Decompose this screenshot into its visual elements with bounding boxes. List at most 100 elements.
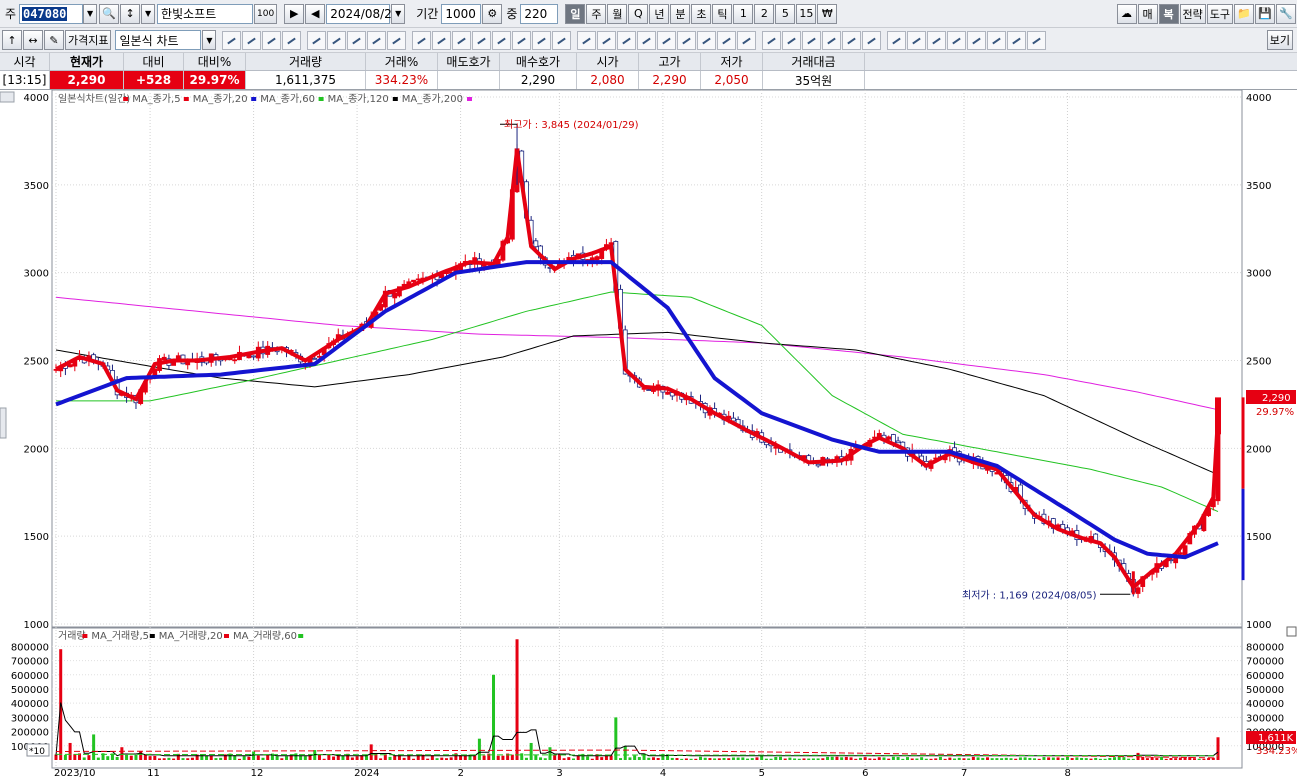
- drawing-tool-icon[interactable]: [1027, 30, 1047, 50]
- volume-bar: [774, 756, 778, 760]
- drawing-tool-icon[interactable]: [262, 30, 282, 50]
- period-button-9[interactable]: 2: [754, 3, 775, 24]
- settings-icon[interactable]: ⚙: [482, 3, 503, 24]
- drawing-tool-icon[interactable]: [532, 30, 552, 50]
- drawing-tool-icon[interactable]: [472, 30, 492, 50]
- drawing-tool-icon[interactable]: [657, 30, 677, 50]
- period-button-12[interactable]: ₩: [817, 3, 838, 24]
- drawing-tool-icon[interactable]: [597, 30, 617, 50]
- drawing-tool-icon[interactable]: [907, 30, 927, 50]
- volume-bar: [1061, 758, 1065, 760]
- stock-code-input[interactable]: 047080: [19, 3, 84, 24]
- volume-legend-label: MA_거래량,5: [91, 630, 149, 642]
- period-button-4[interactable]: 년: [649, 3, 670, 24]
- wrench-icon[interactable]: 🔧: [1276, 3, 1296, 24]
- expand-icon[interactable]: ↔: [23, 30, 43, 50]
- drawing-tool-icon[interactable]: [327, 30, 347, 50]
- volume-bar: [496, 755, 500, 760]
- volume-legend-label: MA_거래량,20: [159, 630, 223, 642]
- period-input[interactable]: 1000: [441, 3, 482, 24]
- y-tick-label-left: 3000: [24, 269, 49, 280]
- volume-bar: [708, 758, 712, 760]
- drawing-tool-icon[interactable]: [412, 30, 432, 50]
- drawing-tool-icon[interactable]: [717, 30, 737, 50]
- period-button-10[interactable]: 5: [775, 3, 796, 24]
- high-annotation: 최고가 : 3,845 (2024/01/29): [504, 119, 639, 131]
- date-field[interactable]: 2024/08/27: [326, 3, 399, 24]
- volume-bar: [1056, 757, 1060, 760]
- toolbar-right-button-0[interactable]: 매: [1137, 3, 1158, 24]
- drawing-tool-icon[interactable]: [842, 30, 862, 50]
- chart-type-select[interactable]: 일본식 차트: [115, 30, 202, 50]
- period-button-3[interactable]: Q: [628, 3, 649, 24]
- drawing-tool-icon[interactable]: [512, 30, 532, 50]
- drawing-tool-icon[interactable]: [1007, 30, 1027, 50]
- stock-name-field[interactable]: 한빛소프트: [157, 3, 254, 24]
- stock-chart[interactable]: 1000 1000 1500 1500 2000 2000 2500 2500 3000 3000…: [0, 90, 1297, 778]
- drawing-tool-icon[interactable]: [737, 30, 757, 50]
- drawing-tool-icon[interactable]: [222, 30, 242, 50]
- date-dropdown-icon[interactable]: ▼: [391, 3, 406, 24]
- drawing-tool-icon[interactable]: [947, 30, 967, 50]
- volume-bar: [1070, 758, 1074, 760]
- volume-bar: [915, 758, 919, 760]
- edit-icon[interactable]: ✎: [44, 30, 64, 50]
- drawing-tool-icon[interactable]: [387, 30, 407, 50]
- drawing-tool-icon[interactable]: [677, 30, 697, 50]
- drawing-tool-icon[interactable]: [367, 30, 387, 50]
- drawing-tool-icon[interactable]: [802, 30, 822, 50]
- drawing-tool-icon[interactable]: [637, 30, 657, 50]
- chart-type-dropdown-icon[interactable]: ▼: [202, 30, 217, 50]
- volume-bar: [148, 756, 152, 760]
- drawing-tool-icon[interactable]: [282, 30, 302, 50]
- drawing-tool-icon[interactable]: [887, 30, 907, 50]
- legend-label: MA_종가,200: [402, 93, 463, 105]
- drawing-tool-icon[interactable]: [242, 30, 262, 50]
- period-button-8[interactable]: 1: [733, 3, 754, 24]
- save-icon[interactable]: 💾: [1255, 3, 1275, 24]
- drawing-tool-icon[interactable]: [782, 30, 802, 50]
- back-icon[interactable]: ◀: [305, 3, 326, 24]
- period-button-7[interactable]: 틱: [712, 3, 733, 24]
- drawing-tool-icon[interactable]: [492, 30, 512, 50]
- period-button-6[interactable]: 초: [691, 3, 712, 24]
- drawing-tool-icon[interactable]: [987, 30, 1007, 50]
- period-button-2[interactable]: 월: [607, 3, 628, 24]
- drawing-tool-icon[interactable]: [307, 30, 327, 50]
- drawing-tool-icon[interactable]: [697, 30, 717, 50]
- quote-header: 시각 현재가 대비 대비% 거래량 거래% 매도호가 매수호가 시가 고가 저가 거래대금: [0, 53, 1297, 71]
- view-button[interactable]: 보기: [1266, 30, 1293, 50]
- drawing-tool-icon[interactable]: [577, 30, 597, 50]
- toolbar-right-button-3[interactable]: 도구: [1206, 3, 1233, 24]
- toolbar-right-button-2[interactable]: 전략: [1179, 3, 1206, 24]
- history-dropdown-icon[interactable]: ▼: [141, 3, 156, 24]
- price-tag: 2,290: [1262, 393, 1291, 404]
- drawing-tool-icon[interactable]: [927, 30, 947, 50]
- arrow-up-icon[interactable]: ↑: [2, 30, 22, 50]
- search-icon[interactable]: 🔍: [99, 3, 120, 24]
- zoom-input[interactable]: 220: [520, 3, 559, 24]
- drawing-tool-icon[interactable]: [552, 30, 572, 50]
- play-icon[interactable]: ▶: [284, 3, 305, 24]
- volume-bar: [778, 756, 782, 760]
- period-button-5[interactable]: 분: [670, 3, 691, 24]
- drawing-tool-icon[interactable]: [617, 30, 637, 50]
- quote-value-cell: 2,290: [50, 71, 124, 89]
- code-dropdown-icon[interactable]: ▼: [83, 3, 98, 24]
- drawing-tool-icon[interactable]: [967, 30, 987, 50]
- drawing-tool-icon[interactable]: [762, 30, 782, 50]
- period-buttons: 일 주 월 Q 년 분 초 틱 1 2 5 15 ₩: [565, 3, 838, 24]
- period-button-1[interactable]: 주: [586, 3, 607, 24]
- cloud-icon[interactable]: ☁: [1116, 3, 1137, 24]
- period-button-0[interactable]: 일: [565, 3, 586, 24]
- drawing-tool-icon[interactable]: [347, 30, 367, 50]
- drawing-tool-icon[interactable]: [862, 30, 882, 50]
- drawing-tool-icon[interactable]: [822, 30, 842, 50]
- period-button-11[interactable]: 15: [796, 3, 817, 24]
- sort-icon[interactable]: ↕: [120, 3, 141, 24]
- drawing-tool-icon[interactable]: [432, 30, 452, 50]
- indicator-button[interactable]: 가격지표: [65, 30, 112, 50]
- toolbar-right-button-1[interactable]: 복: [1158, 3, 1179, 24]
- drawing-tool-icon[interactable]: [452, 30, 472, 50]
- folder-icon[interactable]: 📁: [1234, 3, 1254, 24]
